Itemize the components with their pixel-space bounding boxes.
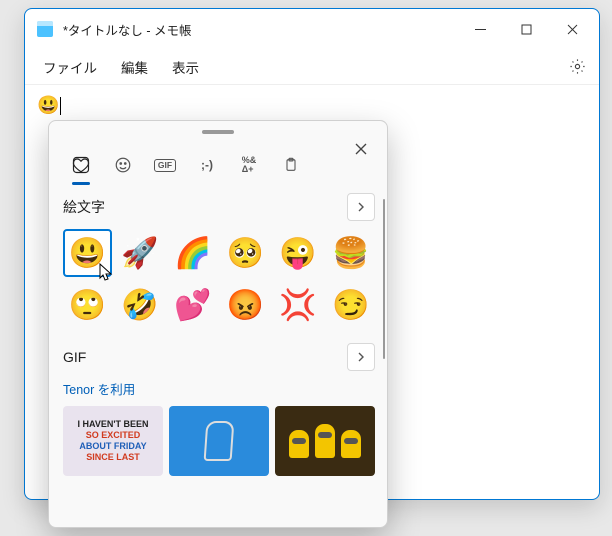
- emoji-section-title: 絵文字: [63, 197, 105, 217]
- emoji-section-header: 絵文字: [63, 193, 375, 221]
- emoji-grid: 😃 🚀 🌈 🥺 😜 🍔 🙄 🤣 💕 😡 💢 😏: [63, 229, 375, 329]
- tab-symbols[interactable]: %& Δ+: [231, 147, 267, 183]
- gif-thumb-minions[interactable]: [275, 406, 375, 476]
- emoji-anger-symbol[interactable]: 💢: [274, 281, 323, 329]
- symbols-tab-label: %& Δ+: [242, 156, 257, 174]
- menu-bar: ファイル 編集 表示: [25, 49, 599, 85]
- text-caret: [60, 97, 61, 115]
- mouse-cursor-icon: [99, 263, 113, 281]
- menu-edit[interactable]: 編集: [109, 53, 160, 81]
- picker-tabs: GIF ;-) %& Δ+: [49, 143, 387, 187]
- picker-scroll-area[interactable]: 絵文字 😃 🚀 🌈 🥺 😜 🍔 🙄 🤣 💕 😡 💢 😏 GIF T: [49, 187, 387, 527]
- emoji-grinning[interactable]: 😃: [63, 229, 112, 277]
- gif-row: I HAVEN'T BEEN SO EXCITED ABOUT FRIDAY S…: [63, 406, 375, 476]
- tab-gif[interactable]: GIF: [147, 147, 183, 183]
- panel-drag-grip[interactable]: [49, 121, 387, 143]
- kaomoji-tab-label: ;-): [201, 158, 213, 172]
- gif-section-header: GIF: [63, 343, 375, 371]
- emoji-rolling-eyes[interactable]: 🙄: [63, 281, 112, 329]
- notepad-app-icon: [37, 21, 53, 37]
- emoji-smirk[interactable]: 😏: [326, 281, 375, 329]
- gif-thumb-clippy[interactable]: [169, 406, 269, 476]
- minions-icon: [289, 424, 361, 458]
- tab-emoji[interactable]: [105, 147, 141, 183]
- emoji-two-hearts[interactable]: 💕: [168, 281, 217, 329]
- tab-kaomoji[interactable]: ;-): [189, 147, 225, 183]
- emoji-picker-panel: GIF ;-) %& Δ+ 絵文字 😃 🚀 🌈 🥺 😜 🍔 🙄 �: [48, 120, 388, 528]
- menu-view[interactable]: 表示: [160, 53, 211, 81]
- tab-recent[interactable]: [63, 147, 99, 183]
- emoji-rofl[interactable]: 🤣: [116, 281, 165, 329]
- close-button[interactable]: [549, 9, 595, 49]
- emoji-angry[interactable]: 😡: [221, 281, 270, 329]
- maximize-button[interactable]: [503, 9, 549, 49]
- clippy-icon: [204, 421, 235, 461]
- gif-tab-label: GIF: [154, 159, 176, 172]
- emoji-section-more-button[interactable]: [347, 193, 375, 221]
- emoji-rocket[interactable]: 🚀: [116, 229, 165, 277]
- emoji-rainbow[interactable]: 🌈: [168, 229, 217, 277]
- menu-file[interactable]: ファイル: [31, 53, 109, 81]
- tenor-credit[interactable]: Tenor を利用: [63, 379, 375, 398]
- scrollbar-indicator[interactable]: [383, 199, 385, 359]
- picker-close-button[interactable]: [347, 135, 375, 163]
- gif-section-title: GIF: [63, 349, 86, 365]
- editor-emoji: 😃: [37, 95, 59, 115]
- gif-section-more-button[interactable]: [347, 343, 375, 371]
- tab-clipboard[interactable]: [273, 147, 309, 183]
- settings-button[interactable]: [561, 51, 593, 83]
- emoji-pleading[interactable]: 🥺: [221, 229, 270, 277]
- title-bar[interactable]: *タイトルなし - メモ帳: [25, 9, 599, 49]
- gif-thumb-excited-friday[interactable]: I HAVEN'T BEEN SO EXCITED ABOUT FRIDAY S…: [63, 406, 163, 476]
- minimize-button[interactable]: [457, 9, 503, 49]
- window-title: *タイトルなし - メモ帳: [63, 20, 191, 39]
- emoji-hamburger[interactable]: 🍔: [326, 229, 375, 277]
- emoji-winking-tongue[interactable]: 😜: [274, 229, 323, 277]
